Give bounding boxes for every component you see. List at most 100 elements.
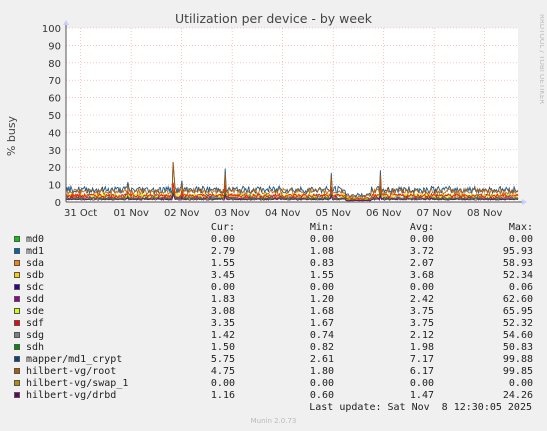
legend-value-max: 52.34 — [502, 270, 533, 281]
legend-series-name: sdg — [26, 330, 45, 341]
legend-row: mapper/md1_crypt 5.75 2.61 7.17 99.88 — [0, 354, 547, 366]
x-tick-label: 06 Nov — [366, 208, 402, 219]
legend-swatch — [14, 380, 20, 386]
legend-header-max: Max: — [508, 222, 533, 233]
legend-value-max: 95.93 — [502, 246, 533, 257]
legend-value-avg: 3.72 — [409, 246, 434, 257]
legend-value-cur: 3.08 — [210, 306, 235, 317]
x-tick-label: 07 Nov — [416, 208, 452, 219]
legend-value-max: 50.83 — [502, 342, 533, 353]
legend-value-min: 2.61 — [309, 354, 334, 365]
legend-swatch — [14, 248, 20, 254]
y-tick-label: 70 — [48, 76, 61, 87]
legend-series-name: md0 — [26, 234, 45, 245]
legend-value-min: 1.68 — [309, 306, 334, 317]
legend-row: sdd 1.83 1.20 2.42 62.60 — [0, 294, 547, 306]
legend-value-min: 1.55 — [309, 270, 334, 281]
legend-value-max: 58.93 — [502, 258, 533, 269]
legend-row: sda 1.55 0.83 2.07 58.93 — [0, 258, 547, 270]
y-tick-label: 100 — [42, 24, 61, 35]
legend-series-name: sdc — [26, 282, 45, 293]
legend-series-name: sda — [26, 258, 45, 269]
y-tick-label: 50 — [48, 111, 61, 122]
legend-value-avg: 2.12 — [409, 330, 434, 341]
legend-header-min: Min: — [309, 222, 334, 233]
legend-value-avg: 2.42 — [409, 294, 434, 305]
legend-value-max: 54.60 — [502, 330, 533, 341]
legend-value-min: 1.67 — [309, 318, 334, 329]
y-tick-label: 80 — [48, 59, 61, 70]
legend-row: sdc 0.00 0.00 0.00 0.06 — [0, 282, 547, 294]
legend-value-min: 0.83 — [309, 258, 334, 269]
y-tick-label: 10 — [48, 181, 61, 192]
legend-value-max: 99.88 — [502, 354, 533, 365]
legend-value-max: 62.60 — [502, 294, 533, 305]
legend-value-min: 0.60 — [309, 390, 334, 401]
legend-series-name: md1 — [26, 246, 45, 257]
legend-swatch — [14, 272, 20, 278]
legend-value-cur: 1.55 — [210, 258, 235, 269]
legend-value-avg: 2.07 — [409, 258, 434, 269]
legend-value-cur: 1.83 — [210, 294, 235, 305]
legend-swatch — [14, 260, 20, 266]
y-axis-arrow — [63, 20, 69, 25]
legend-series-name: sde — [26, 306, 45, 317]
legend-value-avg: 6.17 — [409, 366, 434, 377]
legend-value-max: 52.32 — [502, 318, 533, 329]
legend-value-avg: 1.47 — [409, 390, 434, 401]
legend-value-cur: 1.42 — [210, 330, 235, 341]
legend-value-avg: 0.00 — [409, 234, 434, 245]
legend-row: sde 3.08 1.68 3.75 65.95 — [0, 306, 547, 318]
legend-value-avg: 1.98 — [409, 342, 434, 353]
x-tick-label: 01 Nov — [113, 208, 149, 219]
legend-row: sdg 1.42 0.74 2.12 54.60 — [0, 330, 547, 342]
y-tick-label: 30 — [48, 146, 61, 157]
legend-series-name: hilbert-vg/root — [26, 366, 117, 377]
legend-value-min: 1.08 — [309, 246, 334, 257]
legend-value-max: 0.00 — [508, 234, 533, 245]
legend-swatch — [14, 296, 20, 302]
legend-value-min: 1.80 — [309, 366, 334, 377]
last-update-text: Last update: Sat Nov 8 12:30:05 2025 — [309, 402, 532, 413]
legend-row: sdh 1.50 0.82 1.98 50.83 — [0, 342, 547, 354]
legend-swatch — [14, 356, 20, 362]
legend-header-cur: Cur: — [210, 222, 235, 233]
legend-value-avg: 3.68 — [409, 270, 434, 281]
legend-header-avg: Avg: — [409, 222, 434, 233]
utilization-chart: 0 10 20 30 40 50 60 70 80 90 100 31 Oct 01 Nov 02 Nov… — [42, 20, 527, 219]
legend-series-name: sdd — [26, 294, 45, 305]
legend-row: md1 2.79 1.08 3.72 95.93 — [0, 246, 547, 258]
legend-row: sdf 3.35 1.67 3.75 52.32 — [0, 318, 547, 330]
legend-swatch — [14, 320, 20, 326]
x-tick-label: 08 Nov — [467, 208, 503, 219]
legend-value-min: 0.82 — [309, 342, 334, 353]
x-tick-label: 04 Nov — [265, 208, 301, 219]
legend-value-cur: 1.50 — [210, 342, 235, 353]
legend-value-max: 0.00 — [508, 378, 533, 389]
legend-value-cur: 0.00 — [210, 378, 235, 389]
legend-swatch — [14, 392, 20, 398]
legend-row: sdb 3.45 1.55 3.68 52.34 — [0, 270, 547, 282]
x-tick-label: 03 Nov — [214, 208, 250, 219]
y-tick-label: 40 — [48, 128, 61, 139]
y-tick-label: 0 — [55, 198, 61, 209]
legend-value-cur: 0.00 — [210, 234, 235, 245]
legend-value-cur: 3.35 — [210, 318, 235, 329]
legend-swatch — [14, 308, 20, 314]
x-tick-label: 31 Oct — [64, 208, 97, 219]
legend-swatch — [14, 332, 20, 338]
legend-series-name: hilbert-vg/swap_1 — [26, 378, 129, 389]
legend-value-avg: 3.75 — [409, 306, 434, 317]
legend-series-name: hilbert-vg/drbd — [26, 390, 117, 401]
y-tick-label: 90 — [48, 41, 61, 52]
munin-version: Munin 2.0.73 — [250, 417, 297, 425]
legend-value-max: 65.95 — [502, 306, 533, 317]
legend-row: md0 0.00 0.00 0.00 0.00 — [0, 234, 547, 246]
legend-value-cur: 2.79 — [210, 246, 235, 257]
legend-series-name: sdf — [26, 318, 45, 329]
legend-value-max: 24.26 — [502, 390, 533, 401]
legend-value-avg: 0.00 — [409, 378, 434, 389]
legend-series-name: mapper/md1_crypt — [26, 354, 123, 365]
legend-row: hilbert-vg/root 4.75 1.80 6.17 99.85 — [0, 366, 547, 378]
legend-value-min: 1.20 — [309, 294, 334, 305]
